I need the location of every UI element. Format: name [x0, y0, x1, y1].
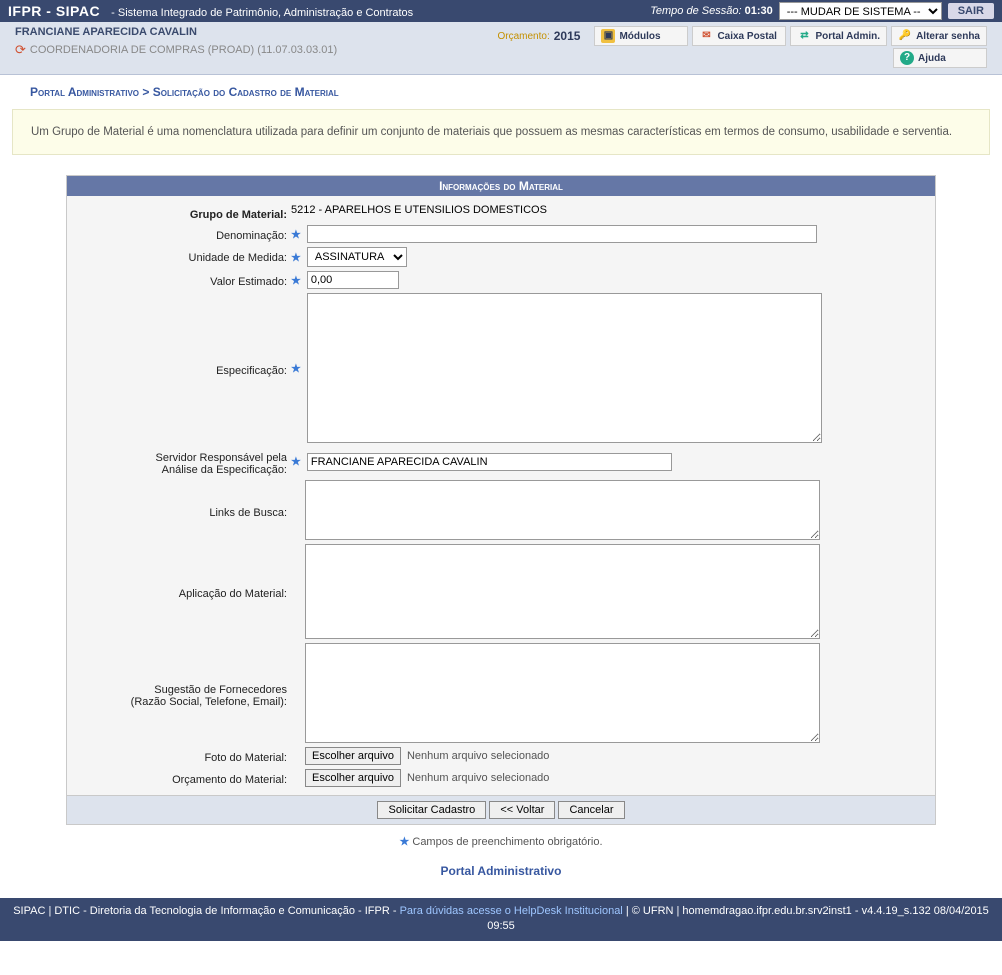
userbar-left: FRANCIANE APARECIDA CAVALIN ⟳ COORDENADO… [15, 26, 337, 58]
form-header: Informações do Material [67, 176, 935, 196]
label-unidade: Unidade de Medida: [189, 252, 287, 264]
label-aplicacao: Aplicação do Material: [179, 588, 287, 600]
label-denominacao: Denominação: [216, 230, 287, 242]
refresh-icon[interactable]: ⟳ [15, 42, 26, 58]
aplicacao-textarea[interactable] [305, 544, 820, 639]
links-textarea[interactable] [305, 480, 820, 540]
orcamento-file-text: Nenhum arquivo selecionado [407, 772, 549, 784]
app-abbr: IFPR - SIPAC [8, 3, 100, 19]
user-dept: ⟳ COORDENADORIA DE COMPRAS (PROAD) (11.0… [15, 42, 337, 58]
breadcrumb-b: Solicitação do Cadastro de Material [153, 85, 339, 99]
label-fornec-line2: (Razão Social, Telefone, Email): [131, 696, 287, 708]
app-title: - Sistema Integrado de Patrimônio, Admin… [111, 7, 413, 19]
label-grupo: Grupo de Material: [190, 209, 287, 221]
userbar-right: Orçamento: 2015 ▣ Módulos ✉ Caixa Postal ⇄… [497, 26, 987, 68]
required-icon: ★ [291, 455, 301, 468]
unidade-select[interactable]: ASSINATURA [307, 247, 407, 267]
orc-year: 2015 [554, 29, 581, 43]
label-servidor-line1: Servidor Responsável pela [156, 452, 287, 464]
form-body: Grupo de Material: 5212 - APARELHOS E UT… [67, 196, 935, 795]
especificacao-textarea[interactable] [307, 293, 822, 443]
userbar-links-row2: ? Ajuda [893, 48, 987, 68]
mail-icon: ✉ [699, 29, 713, 43]
foto-file-button[interactable]: Escolher arquivo [305, 747, 401, 765]
label-servidor-line2: Análise da Especificação: [162, 464, 287, 476]
caixa-postal-button[interactable]: ✉ Caixa Postal [692, 26, 786, 46]
required-hint: ★ Campos de preenchimento obrigatório. [0, 835, 1002, 848]
info-box: Um Grupo de Material é uma nomenclatura … [12, 109, 990, 155]
ajuda-label: Ajuda [918, 53, 946, 64]
topbar-right: Tempo de Sessão: 01:30 --- MUDAR DE SIST… [650, 2, 994, 20]
voltar-button[interactable]: << Voltar [489, 801, 555, 819]
orc-label: Orçamento: [497, 31, 549, 42]
breadcrumb-a[interactable]: Portal Administrativo [30, 85, 139, 99]
footer: SIPAC | DTIC - Diretoria da Tecnologia d… [0, 898, 1002, 941]
user-name: FRANCIANE APARECIDA CAVALIN [15, 26, 337, 38]
ajuda-button[interactable]: ? Ajuda [893, 48, 987, 68]
portal-admin-button[interactable]: ⇄ Portal Admin. [790, 26, 887, 46]
alterar-senha-button[interactable]: 🔑 Alterar senha [891, 26, 987, 46]
label-foto: Foto do Material: [204, 752, 287, 764]
label-links: Links de Busca: [209, 507, 287, 519]
help-icon: ? [900, 51, 914, 65]
session-label-text: Tempo de Sessão: [650, 5, 741, 17]
label-fornec-line1: Sugestão de Fornecedores [154, 684, 287, 696]
denominacao-input[interactable] [307, 225, 817, 243]
required-icon: ★ [291, 228, 301, 241]
star-icon: ★ [399, 836, 409, 848]
box-icon: ▣ [601, 29, 615, 43]
breadcrumb-sep: > [142, 85, 149, 99]
portal-label: Portal Admin. [815, 31, 880, 42]
senha-label: Alterar senha [916, 31, 980, 42]
grupo-value: 5212 - APARELHOS E UTENSILIOS DOMESTICOS [291, 204, 547, 216]
required-icon: ★ [291, 251, 301, 264]
button-bar: Solicitar Cadastro << Voltar Cancelar [67, 795, 935, 824]
required-icon: ★ [291, 274, 301, 287]
servidor-input[interactable] [307, 453, 672, 471]
label-orcamento: Orçamento do Material: [172, 774, 287, 786]
footer-helpdesk-link[interactable]: Para dúvidas acesse o HelpDesk Instituci… [400, 905, 623, 917]
session-label: Tempo de Sessão: 01:30 [650, 5, 773, 17]
fornecedores-textarea[interactable] [305, 643, 820, 743]
required-icon: ★ [291, 362, 301, 375]
hint-text: Campos de preenchimento obrigatório. [412, 836, 602, 848]
form-panel: Informações do Material Grupo de Materia… [66, 175, 936, 825]
orcamento-file-button[interactable]: Escolher arquivo [305, 769, 401, 787]
topbar: IFPR - SIPAC - Sistema Integrado de Patr… [0, 0, 1002, 22]
userbar: FRANCIANE APARECIDA CAVALIN ⟳ COORDENADO… [0, 22, 1002, 75]
portal-administrativo-link[interactable]: Portal Administrativo [0, 864, 1002, 878]
label-especificacao: Especificação: [216, 365, 287, 377]
modulos-label: Módulos [619, 31, 660, 42]
breadcrumb: Portal Administrativo > Solicitação do C… [0, 75, 1002, 103]
session-time: 01:30 [745, 5, 773, 17]
portal-icon: ⇄ [797, 29, 811, 43]
caixa-label: Caixa Postal [717, 31, 776, 42]
sair-button[interactable]: SAIR [948, 3, 994, 19]
foto-file-text: Nenhum arquivo selecionado [407, 750, 549, 762]
modulos-button[interactable]: ▣ Módulos [594, 26, 688, 46]
userbar-links-row1: Orçamento: 2015 ▣ Módulos ✉ Caixa Postal ⇄… [497, 26, 987, 46]
label-valor: Valor Estimado: [210, 276, 287, 288]
cancelar-button[interactable]: Cancelar [558, 801, 624, 819]
key-icon: 🔑 [898, 29, 912, 43]
footer-left: SIPAC | DTIC - Diretoria da Tecnologia d… [13, 905, 399, 917]
user-dept-text: COORDENADORIA DE COMPRAS (PROAD) (11.07.… [30, 44, 337, 56]
app-title-block: IFPR - SIPAC - Sistema Integrado de Patr… [8, 3, 413, 19]
solicitar-button[interactable]: Solicitar Cadastro [377, 801, 486, 819]
valor-input[interactable] [307, 271, 399, 289]
system-select[interactable]: --- MUDAR DE SISTEMA -- [779, 2, 942, 20]
